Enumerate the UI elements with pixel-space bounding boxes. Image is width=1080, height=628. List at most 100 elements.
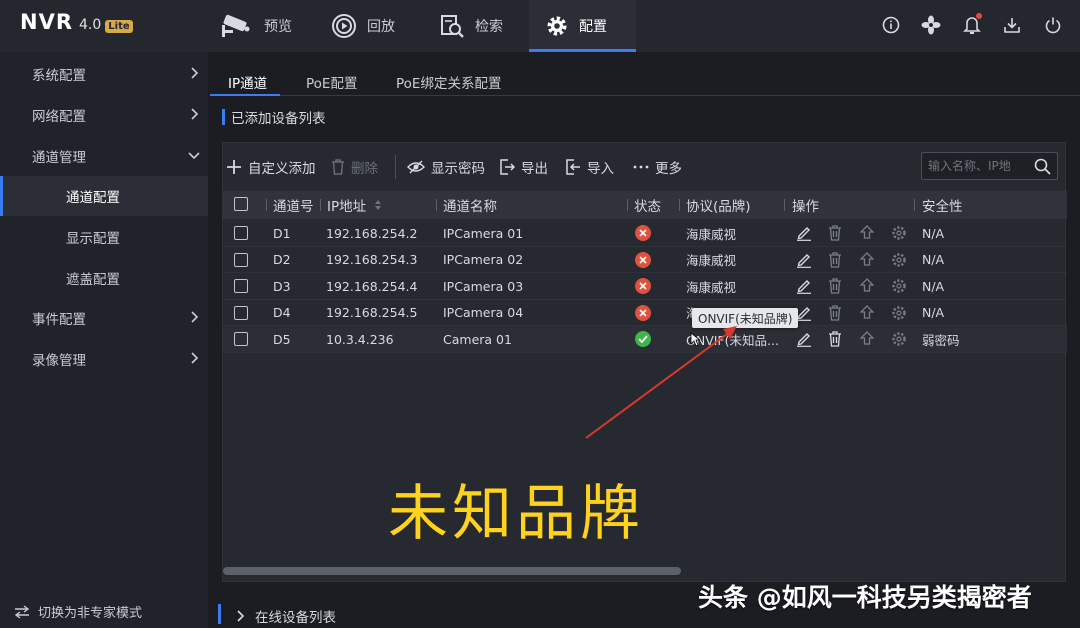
row-checkbox[interactable]	[234, 252, 248, 267]
delete-row-icon[interactable]	[826, 224, 844, 242]
select-all-checkbox[interactable]	[234, 197, 248, 211]
export-label: 导出	[521, 161, 548, 177]
edit-icon[interactable]	[795, 251, 813, 269]
settings-icon[interactable]	[890, 304, 908, 322]
sidebar-item-event[interactable]: 事件配置	[0, 298, 208, 338]
table-row[interactable]: D4192.168.254.5IPCamera 04海N/A	[223, 300, 1067, 326]
tab-search[interactable]: 检索	[439, 0, 503, 52]
delete-row-icon[interactable]	[826, 277, 844, 295]
cell-name: IPCamera 03	[443, 278, 524, 294]
subtab-poe-binding[interactable]: PoE绑定关系配置	[396, 68, 501, 96]
table-row[interactable]: D5 10.3.4.236 Camera 01 ONVIF(未知品... 弱密码	[223, 326, 1067, 353]
header-security[interactable]: 安全性	[922, 191, 963, 219]
power-icon[interactable]	[1041, 13, 1065, 37]
edit-icon[interactable]	[795, 224, 813, 242]
table-header: 通道号 IP地址 通道名称 状态 协议(品牌) 操作 安全性	[223, 191, 1067, 219]
show-password-button[interactable]: 显示密码	[407, 157, 485, 177]
sidebar-item-label: 系统配置	[32, 68, 86, 84]
header-separator	[679, 199, 680, 211]
search-input[interactable]	[928, 157, 1028, 175]
row-checkbox[interactable]	[234, 305, 248, 320]
subtab-label: PoE配置	[306, 76, 358, 92]
logo: NVR 4.0 Lite	[20, 10, 133, 40]
row-checkbox[interactable]	[234, 279, 248, 293]
cell-channel: D1	[273, 225, 291, 241]
section-title-text: 已添加设备列表	[231, 111, 326, 127]
horizontal-scrollbar[interactable]	[223, 567, 681, 575]
delete-label: 删除	[351, 161, 378, 177]
tab-playback[interactable]: 回放	[331, 0, 395, 52]
header-status[interactable]: 状态	[634, 191, 661, 219]
chevron-right-icon	[191, 67, 199, 79]
row-checkbox[interactable]	[234, 332, 248, 346]
sidebar-item-display-config[interactable]: 显示配置	[0, 217, 208, 257]
edit-icon[interactable]	[795, 330, 813, 348]
upgrade-icon[interactable]	[858, 304, 876, 322]
cell-security: N/A	[922, 252, 945, 267]
import-icon	[566, 159, 580, 175]
tab-config[interactable]: 配置	[529, 0, 636, 52]
sidebar-item-channel-config[interactable]: 通道配置	[0, 176, 208, 216]
upgrade-icon[interactable]	[858, 251, 876, 269]
fan-icon[interactable]	[919, 13, 943, 37]
header-ip[interactable]: IP地址	[327, 191, 366, 219]
upgrade-icon[interactable]	[858, 330, 876, 348]
offline-status-icon	[635, 278, 651, 294]
settings-icon[interactable]	[890, 277, 908, 295]
header-operation: 操作	[792, 199, 819, 215]
sidebar-item-recording[interactable]: 录像管理	[0, 339, 208, 379]
cell-security: N/A	[922, 225, 945, 241]
edit-icon[interactable]	[795, 277, 813, 295]
logo-version: 4.0	[79, 17, 102, 33]
toolbar-divider	[395, 155, 396, 179]
sort-icon[interactable]	[374, 199, 382, 211]
table-row[interactable]: D1 192.168.254.2 IPCamera 01 海康威视 N/A	[223, 220, 1067, 247]
cell-channel: D2	[273, 252, 291, 267]
cell-protocol: ONVIF(未知品...	[686, 332, 779, 348]
delete-row-icon[interactable]	[826, 330, 844, 348]
table-row[interactable]: D2 192.168.254.3 IPCamera 02 海康威视 N/A	[223, 247, 1067, 273]
cell-name: IPCamera 02	[443, 252, 524, 267]
header-name[interactable]: 通道名称	[443, 191, 497, 219]
upgrade-icon[interactable]	[858, 224, 876, 242]
import-label: 导入	[587, 161, 614, 177]
sidebar-item-network[interactable]: 网络配置	[0, 95, 208, 135]
cell-channel: D4	[273, 305, 291, 320]
settings-icon[interactable]	[890, 251, 908, 269]
table-row[interactable]: D3 192.168.254.4 IPCamera 03 海康威视 N/A	[223, 273, 1067, 300]
online-section-title: 在线设备列表	[255, 610, 336, 626]
upgrade-icon[interactable]	[858, 277, 876, 295]
settings-icon[interactable]	[890, 224, 908, 242]
sidebar-item-channel-mgmt[interactable]: 通道管理	[0, 136, 208, 176]
more-button[interactable]: 更多	[633, 157, 682, 177]
subtab-ip-channel[interactable]: IP通道	[228, 68, 267, 96]
annotation-text: 未知品牌	[388, 479, 644, 549]
offline-status-icon	[635, 251, 651, 268]
search-icon[interactable]	[1034, 158, 1051, 175]
info-icon[interactable]	[879, 13, 903, 37]
tab-preview[interactable]: 预览	[220, 0, 292, 52]
subtab-poe-config[interactable]: PoE配置	[306, 68, 357, 96]
sidebar-item-mask-config[interactable]: 遮盖配置	[0, 258, 208, 298]
delete-button[interactable]: 删除	[331, 157, 378, 177]
settings-icon[interactable]	[890, 330, 908, 348]
bell-icon[interactable]	[960, 13, 984, 37]
expert-mode-toggle[interactable]: 切换为非专家模式	[14, 602, 142, 621]
import-button[interactable]: 导入	[565, 157, 614, 177]
add-device-button[interactable]: 自定义添加	[226, 157, 316, 177]
header-protocol[interactable]: 协议(品牌)	[686, 191, 751, 219]
row-checkbox[interactable]	[234, 226, 248, 240]
watermark: 头条 @如风一科技另类揭密者	[698, 583, 1032, 612]
delete-row-icon[interactable]	[826, 251, 844, 269]
download-icon[interactable]	[1000, 13, 1024, 37]
delete-row-icon[interactable]	[826, 304, 844, 322]
sidebar-item-label: 遮盖配置	[66, 272, 120, 288]
offline-status-icon	[635, 225, 651, 241]
cursor-icon	[690, 332, 700, 347]
camera-icon	[222, 14, 250, 37]
top-bar: NVR 4.0 Lite 预览 回放 检索 配置	[0, 0, 1080, 52]
export-button[interactable]: 导出	[499, 157, 548, 177]
sidebar-item-system[interactable]: 系统配置	[0, 54, 208, 94]
header-channel[interactable]: 通道号	[273, 191, 314, 219]
online-device-list-toggle[interactable]: 在线设备列表	[236, 606, 336, 626]
